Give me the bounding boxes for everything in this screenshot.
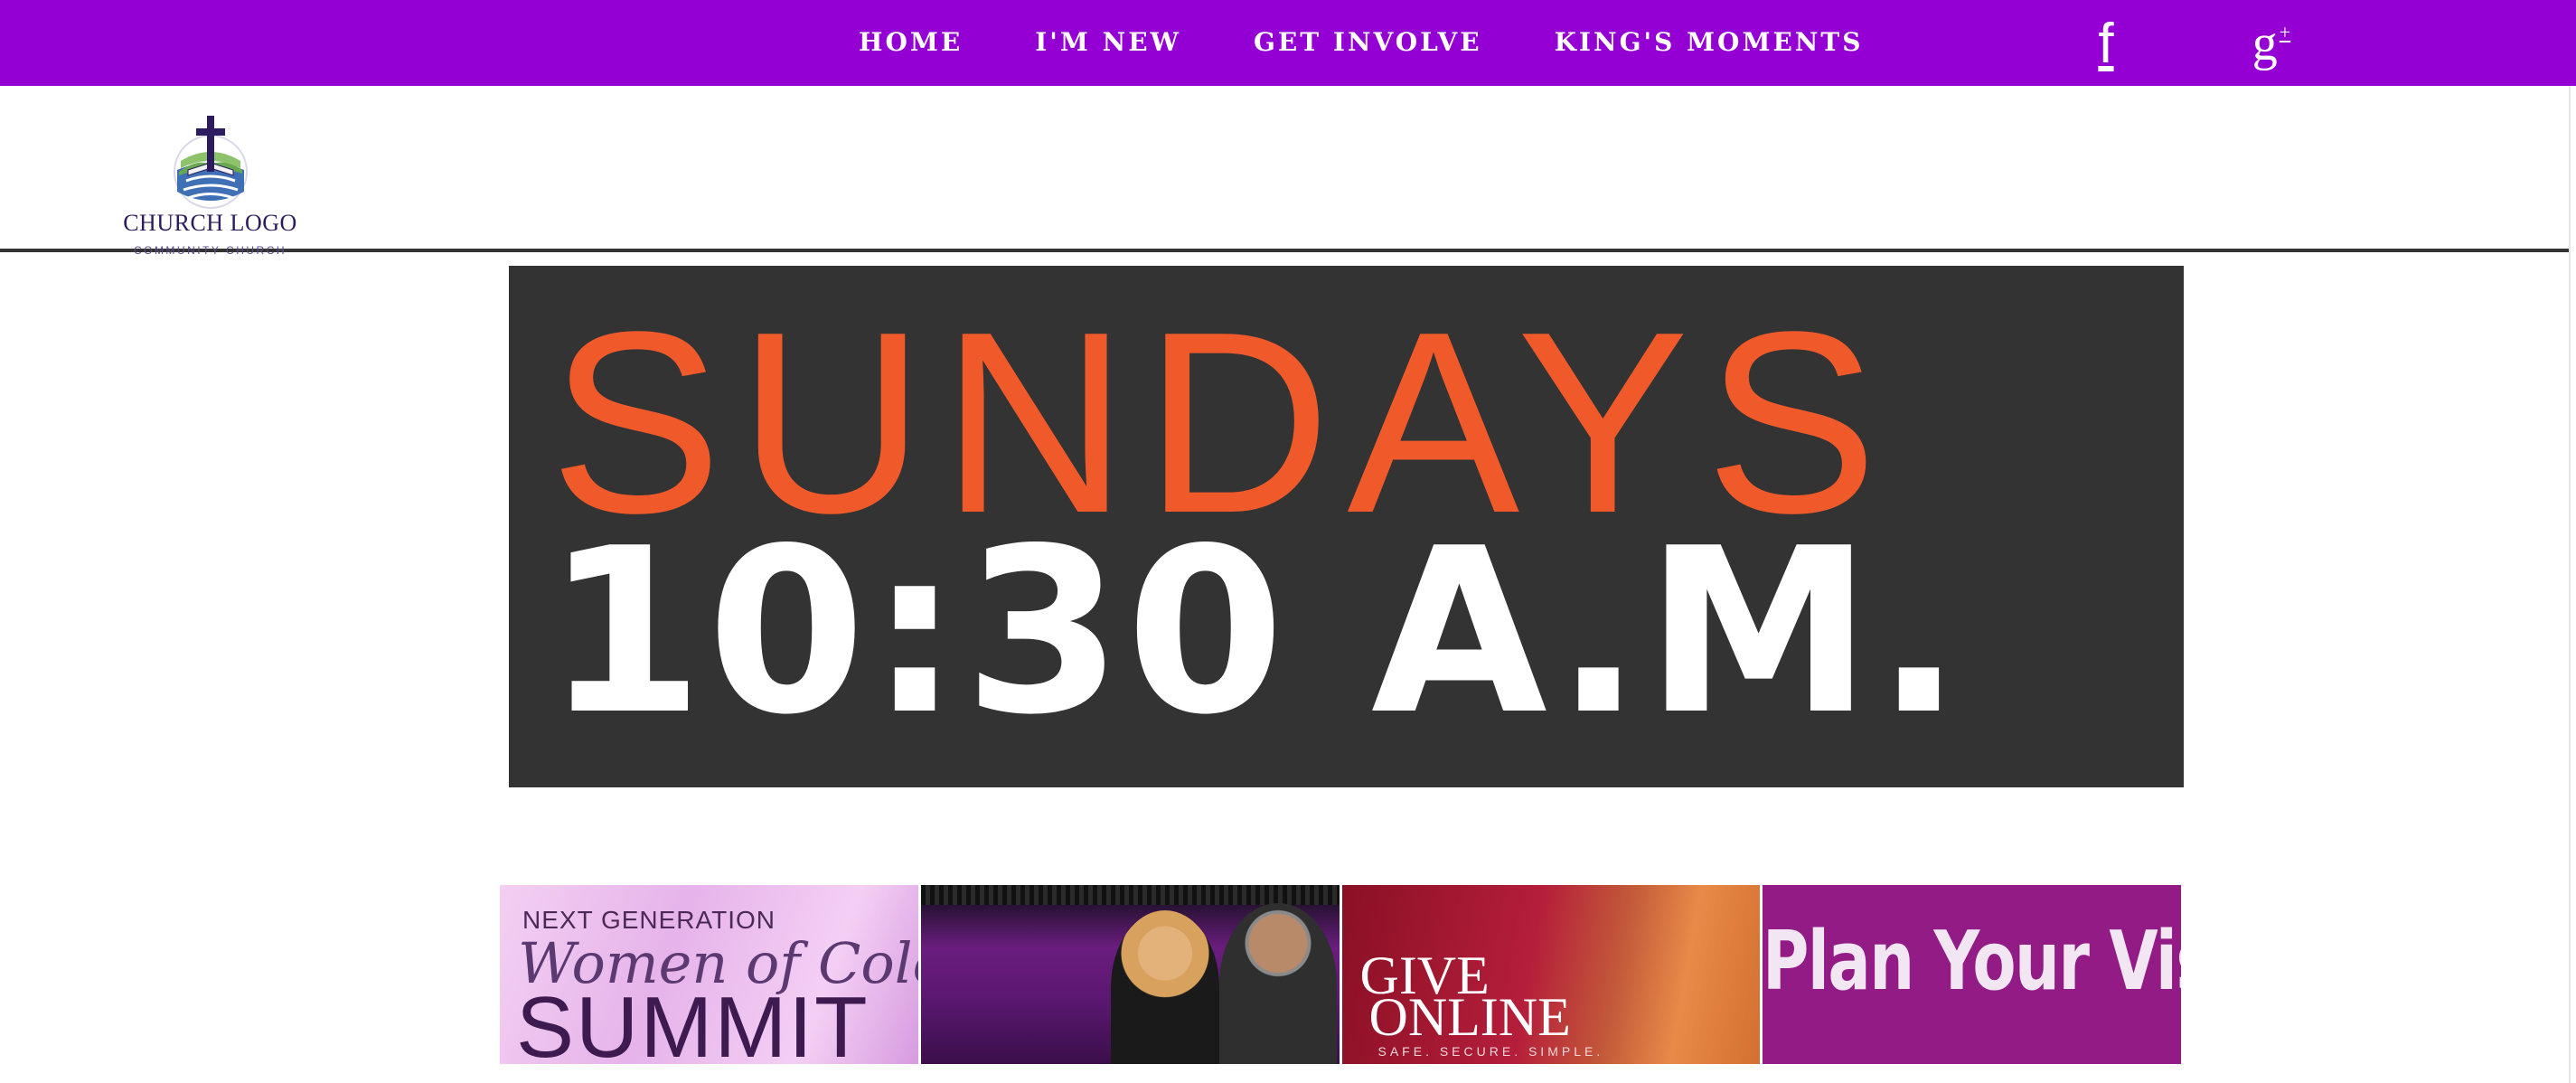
logo-subtitle: COMMUNITY CHURCH: [133, 244, 287, 257]
site-header: [0, 86, 2576, 249]
tile-photo-band: [920, 885, 1340, 905]
promo-tiles: NEXT GENERATION Women of Color SUMMIT GI…: [500, 885, 2181, 1064]
banner-time-text: 10:30 A.M.: [545, 500, 1966, 765]
nav-im-new[interactable]: I'M NEW: [1035, 27, 1181, 57]
tile-give-tagline: SAFE. SECURE. SIMPLE.: [1377, 1044, 1604, 1059]
google-plus-sup: +: [2279, 21, 2291, 43]
tile-plan-visit-text: Plan Your Visit: [1763, 914, 2181, 1009]
tile-give-line2: ONLINE: [1368, 987, 1571, 1047]
top-navigation-bar: HOME I'M NEW GET INVOLVE KING'S MOMENTS …: [0, 0, 2576, 86]
page-right-edge: [2569, 86, 2576, 1083]
tile-plan-your-visit[interactable]: Plan Your Visit: [1763, 885, 2181, 1064]
header-divider: [0, 249, 2569, 252]
google-plus-letter: g: [2252, 15, 2278, 71]
pastor-woman-figure: [1110, 910, 1219, 1064]
service-time-banner: SUNDAYS 10:30 A.M.: [509, 266, 2184, 787]
pastor-man-figure: [1218, 903, 1337, 1064]
tile-pastors-photo[interactable]: [920, 885, 1340, 1064]
church-emblem-icon: [174, 116, 248, 209]
nav-get-involve[interactable]: GET INVOLVE: [1254, 27, 1482, 57]
tile-summit-title: SUMMIT: [516, 979, 870, 1065]
church-logo[interactable]: CHURCH LOGO COMMUNITY CHURCH: [90, 99, 325, 257]
nav-kings-moments[interactable]: KING'S MOMENTS: [1555, 27, 1864, 57]
tile-give-online[interactable]: GIVE ONLINE SAFE. SECURE. SIMPLE.: [1341, 885, 1761, 1064]
tile-women-of-color-summit[interactable]: NEXT GENERATION Women of Color SUMMIT: [500, 885, 918, 1064]
facebook-icon[interactable]: f: [2079, 13, 2133, 75]
google-plus-icon[interactable]: g +: [2240, 15, 2303, 71]
nav-home[interactable]: HOME: [859, 27, 963, 57]
main-nav: HOME I'M NEW GET INVOLVE KING'S MOMENTS: [859, 24, 1935, 60]
logo-title: CHURCH LOGO: [123, 210, 297, 236]
